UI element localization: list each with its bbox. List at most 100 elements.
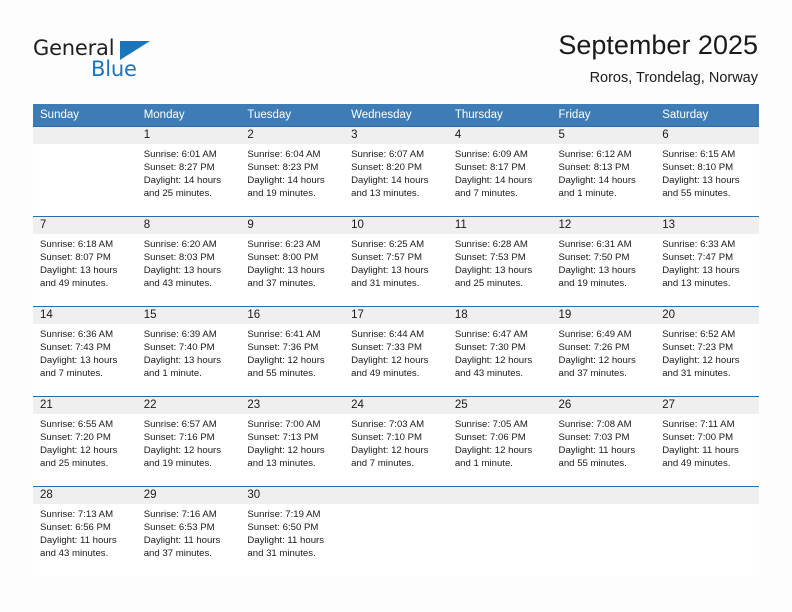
calendar-cell: 30 Sunrise: 7:19 AM Sunset: 6:50 PM Dayligh… — [240, 486, 345, 576]
daylight-text-line1: Daylight: 14 hours — [454, 175, 533, 187]
sunrise-text: Sunrise: 6:57 AM — [143, 419, 217, 430]
calendar-day[interactable]: 5 Sunrise: 6:12 AM Sunset: 8:13 PM Daylight… — [551, 127, 656, 216]
sunset-text: Sunset: 7:00 PM — [662, 432, 734, 444]
calendar-day[interactable]: 4 Sunrise: 6:09 AM Sunset: 8:17 PM Daylight… — [447, 127, 552, 216]
calendar-day[interactable]: 16 Sunrise: 6:41 AM Sunset: 7:36 PM Dayligh… — [240, 307, 345, 396]
sunset-text: Sunset: 7:03 PM — [558, 432, 630, 444]
day-details: Sunrise: 6:49 AM Sunset: 7:26 PM Daylight:… — [552, 324, 656, 380]
calendar-cell: 11 Sunrise: 6:28 AM Sunset: 7:53 PM Dayligh… — [447, 216, 552, 307]
daylight-text-line2: and 55 minutes. — [247, 368, 316, 380]
sunrise-text: Sunrise: 6:20 AM — [143, 239, 217, 250]
calendar-cell: 3 Sunrise: 6:07 AM Sunset: 8:20 PM Daylight… — [344, 126, 448, 217]
day-details: Sunrise: 6:57 AM Sunset: 7:16 PM Daylight:… — [137, 414, 241, 470]
daylight-text-line2: and 19 minutes. — [247, 188, 316, 200]
daylight-text-line2: and 19 minutes. — [143, 458, 212, 470]
daylight-text-line2: and 49 minutes. — [40, 278, 109, 290]
calendar-day[interactable]: 13 Sunrise: 6:33 AM Sunset: 7:47 PM Dayligh… — [655, 217, 759, 306]
daylight-text-line1: Daylight: 12 hours — [351, 445, 429, 457]
calendar-table: Sunday Monday Tuesday Wednesday Thursday… — [33, 104, 759, 576]
day-number: 15 — [136, 307, 241, 324]
calendar-day[interactable]: 7 Sunrise: 6:18 AM Sunset: 8:07 PM Daylight… — [33, 217, 137, 306]
calendar-day[interactable]: 10 Sunrise: 6:25 AM Sunset: 7:57 PM Dayligh… — [344, 217, 448, 306]
day-details: Sunrise: 6:28 AM Sunset: 7:53 PM Daylight:… — [448, 234, 552, 290]
calendar-day[interactable]: 8 Sunrise: 6:20 AM Sunset: 8:03 PM Daylight… — [136, 217, 241, 306]
daylight-text-line2: and 13 minutes. — [247, 458, 316, 470]
calendar-day[interactable]: 28 Sunrise: 7:13 AM Sunset: 6:56 PM Dayligh… — [33, 487, 137, 576]
daylight-text-line1: Daylight: 12 hours — [662, 355, 740, 367]
calendar-cell: 24 Sunrise: 7:03 AM Sunset: 7:10 PM Dayligh… — [344, 396, 448, 487]
calendar-day[interactable]: 29 Sunrise: 7:16 AM Sunset: 6:53 PM Dayligh… — [136, 487, 241, 576]
calendar-day[interactable]: 17 Sunrise: 6:44 AM Sunset: 7:33 PM Dayligh… — [344, 307, 448, 396]
weekday-header-sunday: Sunday — [33, 104, 137, 127]
calendar-cell: 29 Sunrise: 7:16 AM Sunset: 6:53 PM Dayligh… — [136, 486, 241, 576]
daylight-text-line1: Daylight: 13 hours — [247, 265, 325, 277]
day-number: 2 — [240, 127, 345, 144]
calendar-day[interactable]: 1 Sunrise: 6:01 AM Sunset: 8:27 PM Daylight… — [136, 127, 241, 216]
calendar-day[interactable]: 11 Sunrise: 6:28 AM Sunset: 7:53 PM Dayligh… — [447, 217, 552, 306]
day-details: Sunrise: 6:39 AM Sunset: 7:40 PM Daylight:… — [137, 324, 241, 380]
sunset-text: Sunset: 7:06 PM — [454, 432, 526, 444]
day-details: Sunrise: 6:01 AM Sunset: 8:27 PM Daylight:… — [137, 144, 241, 200]
day-number: 27 — [655, 397, 759, 414]
day-details: Sunrise: 6:04 AM Sunset: 8:23 PM Daylight:… — [240, 144, 344, 200]
sunrise-text: Sunrise: 6:36 AM — [40, 329, 114, 340]
sunset-text: Sunset: 7:43 PM — [40, 342, 111, 354]
daylight-text-line1: Daylight: 11 hours — [662, 445, 739, 457]
sunrise-text: Sunrise: 6:44 AM — [351, 329, 425, 340]
calendar-day[interactable]: 23 Sunrise: 7:00 AM Sunset: 7:13 PM Dayligh… — [240, 397, 345, 486]
calendar-day[interactable]: 21 Sunrise: 6:55 AM Sunset: 7:20 PM Dayligh… — [33, 397, 137, 486]
day-details: Sunrise: 7:00 AM Sunset: 7:13 PM Daylight:… — [240, 414, 344, 470]
day-details: Sunrise: 7:11 AM Sunset: 7:00 PM Daylight:… — [655, 414, 759, 470]
sunrise-text: Sunrise: 7:11 AM — [662, 419, 735, 430]
day-number: 16 — [240, 307, 345, 324]
daylight-text-line1: Daylight: 12 hours — [454, 445, 533, 457]
calendar-day-empty — [447, 487, 552, 576]
sunset-text: Sunset: 8:27 PM — [143, 162, 215, 174]
calendar-day[interactable]: 27 Sunrise: 7:11 AM Sunset: 7:00 PM Dayligh… — [655, 397, 759, 486]
day-details: Sunrise: 6:09 AM Sunset: 8:17 PM Daylight:… — [448, 144, 552, 200]
calendar-day[interactable]: 3 Sunrise: 6:07 AM Sunset: 8:20 PM Daylight… — [344, 127, 448, 216]
brand-name-blue: Blue — [91, 57, 137, 81]
sunrise-text: Sunrise: 7:05 AM — [454, 419, 528, 430]
calendar-day[interactable]: 9 Sunrise: 6:23 AM Sunset: 8:00 PM Daylight… — [240, 217, 345, 306]
calendar-day[interactable]: 19 Sunrise: 6:49 AM Sunset: 7:26 PM Dayligh… — [551, 307, 656, 396]
sunset-text: Sunset: 6:50 PM — [247, 522, 319, 534]
day-number: 11 — [447, 217, 552, 234]
sunset-text: Sunset: 8:07 PM — [40, 252, 111, 264]
calendar-day[interactable]: 12 Sunrise: 6:31 AM Sunset: 7:50 PM Dayligh… — [551, 217, 656, 306]
calendar-day[interactable]: 24 Sunrise: 7:03 AM Sunset: 7:10 PM Dayligh… — [344, 397, 448, 486]
calendar-day[interactable]: 20 Sunrise: 6:52 AM Sunset: 7:23 PM Dayligh… — [655, 307, 759, 396]
calendar-day[interactable]: 26 Sunrise: 7:08 AM Sunset: 7:03 PM Dayligh… — [551, 397, 656, 486]
day-number: 8 — [136, 217, 241, 234]
calendar-cell: 17 Sunrise: 6:44 AM Sunset: 7:33 PM Dayligh… — [344, 306, 448, 397]
calendar-week-row: 28 Sunrise: 7:13 AM Sunset: 6:56 PM Dayligh… — [33, 486, 759, 576]
calendar-cell: 12 Sunrise: 6:31 AM Sunset: 7:50 PM Dayligh… — [551, 216, 656, 307]
calendar-day[interactable]: 2 Sunrise: 6:04 AM Sunset: 8:23 PM Daylight… — [240, 127, 345, 216]
sunset-text: Sunset: 8:13 PM — [558, 162, 630, 174]
calendar-day[interactable]: 15 Sunrise: 6:39 AM Sunset: 7:40 PM Dayligh… — [136, 307, 241, 396]
day-number: 4 — [447, 127, 552, 144]
calendar-day[interactable]: 6 Sunrise: 6:15 AM Sunset: 8:10 PM Daylight… — [655, 127, 759, 216]
page-header: General Blue September 2025 Roros, Trond… — [0, 0, 792, 104]
sunrise-text: Sunrise: 6:23 AM — [247, 239, 321, 250]
brand-logo[interactable]: General Blue — [33, 36, 173, 82]
day-number — [447, 487, 552, 504]
calendar-cell: 14 Sunrise: 6:36 AM Sunset: 7:43 PM Dayligh… — [33, 306, 137, 397]
calendar-day-empty — [344, 487, 448, 576]
calendar-cell — [655, 486, 759, 576]
day-details: Sunrise: 6:41 AM Sunset: 7:36 PM Daylight:… — [240, 324, 344, 380]
daylight-text-line1: Daylight: 14 hours — [143, 175, 222, 187]
day-number — [33, 127, 137, 144]
sunrise-text: Sunrise: 6:01 AM — [143, 149, 217, 160]
calendar-day[interactable]: 30 Sunrise: 7:19 AM Sunset: 6:50 PM Dayligh… — [240, 487, 345, 576]
calendar-day[interactable]: 18 Sunrise: 6:47 AM Sunset: 7:30 PM Dayligh… — [447, 307, 552, 396]
calendar-day[interactable]: 25 Sunrise: 7:05 AM Sunset: 7:06 PM Dayligh… — [447, 397, 552, 486]
calendar-day[interactable]: 22 Sunrise: 6:57 AM Sunset: 7:16 PM Dayligh… — [136, 397, 241, 486]
day-number: 25 — [447, 397, 552, 414]
sunrise-text: Sunrise: 6:25 AM — [351, 239, 425, 250]
sunrise-text: Sunrise: 7:13 AM — [40, 509, 114, 520]
calendar-day[interactable]: 14 Sunrise: 6:36 AM Sunset: 7:43 PM Dayligh… — [33, 307, 137, 396]
page-title: September 2025 — [558, 30, 758, 60]
sunset-text: Sunset: 7:50 PM — [558, 252, 630, 264]
sunrise-text: Sunrise: 6:12 AM — [558, 149, 632, 160]
